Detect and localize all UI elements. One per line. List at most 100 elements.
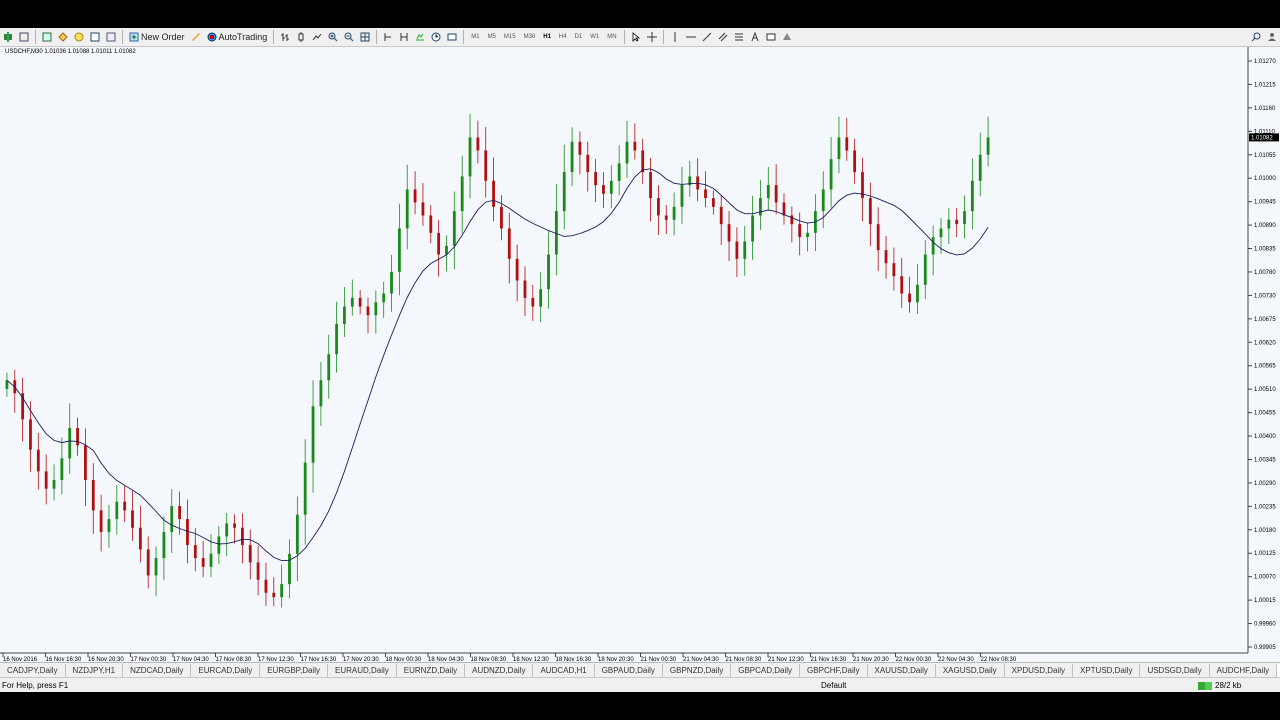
data-window-button[interactable] [55,29,71,45]
timeframe-d1[interactable]: D1 [571,34,587,40]
chart-tab[interactable]: AUDNZD,Daily [465,663,534,677]
timeframe-h1[interactable]: H1 [539,34,555,40]
chart-tab[interactable]: GBPCHF,Daily [800,663,868,677]
market-watch-icon [42,32,52,42]
price-tick-label: 1.00235 [1254,504,1276,510]
chart-shift-icon [384,33,392,41]
chart-tab[interactable]: GBPNZD,Daily [663,663,732,677]
zoom-out-button[interactable] [341,29,357,45]
candle-body [68,427,72,459]
equidistant-channel-tool[interactable] [715,29,731,45]
chart-tab[interactable]: XPTUSD,Daily [1073,663,1141,677]
candle-body [115,501,119,520]
profiles-button[interactable] [16,29,32,45]
new-order-button[interactable]: New Order [126,29,188,45]
data-window-icon [58,32,68,42]
meta-editor-button[interactable] [188,29,204,45]
candle-body [657,198,660,216]
candle-body [405,189,409,229]
cursor-tool[interactable] [628,29,644,45]
line-chart-icon [312,33,322,41]
trendline-icon [702,32,711,42]
chart-tab[interactable]: EURNZD,Daily [397,663,466,677]
text-icon [751,32,759,42]
timeframe-m15[interactable]: M15 [500,34,520,40]
candle-body [358,297,362,307]
horizontal-line-tool[interactable] [683,29,699,45]
line-chart-button[interactable] [309,29,325,45]
chart-tab[interactable]: AUDCAD,H1 [533,663,595,677]
price-tick-label: 1.00510 [1254,387,1276,393]
chart-tab[interactable]: AUDCHF,Daily [1210,663,1278,677]
candlestick-button[interactable] [293,29,309,45]
zoom-in-button[interactable] [325,29,341,45]
search-button[interactable] [1248,29,1264,45]
timeframe-m5[interactable]: M5 [484,34,500,40]
templates-button[interactable] [444,29,460,45]
terminal-button[interactable] [87,29,103,45]
candle-body [209,553,213,567]
timeframe-w1[interactable]: W1 [586,34,603,40]
timeframe-mn[interactable]: MN [603,34,620,40]
candle-body [963,211,966,225]
chart-tab[interactable]: XAGUSD,Daily [936,663,1005,677]
candle-body [900,276,904,294]
candle-body [460,176,464,212]
new-order-label: New Order [141,32,185,42]
vertical-line-tool[interactable] [667,29,683,45]
new-chart-button[interactable] [0,29,16,45]
candle-body [217,536,221,554]
text-label-tool[interactable] [763,29,779,45]
periods-button[interactable] [428,29,444,45]
chart-tab[interactable]: CADJPY,Daily [0,663,66,677]
candle-body [908,293,911,303]
chart-tab[interactable]: USDSGD,Daily [1140,663,1210,677]
candle-body [547,254,550,290]
candle-body [193,545,197,559]
tester-icon [106,32,116,42]
candle-body [845,137,849,151]
candle-body [154,558,158,576]
chart-tab[interactable]: EURAUD,Daily [328,663,397,677]
price-tick-label: 1.01270 [1254,59,1276,65]
price-chart[interactable]: 1.012701.012151.011601.011101.010551.010… [0,47,1280,662]
chart-tab[interactable]: XAUUSD,Daily [868,663,936,677]
chart-tab[interactable]: GBPCAD,Daily [731,663,801,677]
candle-body [36,449,40,472]
candle-body [664,215,668,220]
chart-tab[interactable]: EURGBP,Daily [260,663,328,677]
chart-tab[interactable]: XPDUSD,Daily [1005,663,1073,677]
navigator-button[interactable] [71,29,87,45]
bar-chart-button[interactable] [277,29,293,45]
price-tick-label: 1.00015 [1254,598,1276,604]
chart-tab[interactable]: NZDCAD,Daily [123,663,192,677]
trendline-tool[interactable] [699,29,715,45]
chart-tab[interactable]: GBPAUD,Daily [595,663,663,677]
market-watch-button[interactable] [39,29,55,45]
timeframe-m1[interactable]: M1 [467,34,483,40]
arrows-tool[interactable] [779,29,795,45]
autotrading-button[interactable]: AutoTrading [204,29,271,45]
autoscroll-button[interactable] [396,29,412,45]
timeframe-h4[interactable]: H4 [555,34,571,40]
candle-body [570,141,574,173]
candle-body [507,228,511,259]
toolbar-separator [623,30,625,44]
chart-background [0,47,1280,662]
tile-windows-button[interactable] [357,29,373,45]
fibonacci-tool[interactable] [731,29,747,45]
account-button[interactable] [1264,29,1280,45]
tester-button[interactable] [103,29,119,45]
chart-window[interactable]: 1.01270 1.01215 1.01160 1.01110 1.01055 1.010… [0,47,1280,662]
meta-editor-icon [191,33,200,41]
chart-shift-button[interactable] [380,29,396,45]
timeframe-m30[interactable]: M30 [520,34,540,40]
chart-tab[interactable]: EURCAD,Daily [191,663,261,677]
chart-tab[interactable]: NZDJPY,H1 [66,663,124,677]
candle-body [343,306,346,324]
indicators-button[interactable] [412,29,428,45]
text-tool[interactable] [747,29,763,45]
candle-body [319,380,323,407]
crosshair-tool[interactable] [644,29,660,45]
autoscroll-icon [400,33,408,41]
